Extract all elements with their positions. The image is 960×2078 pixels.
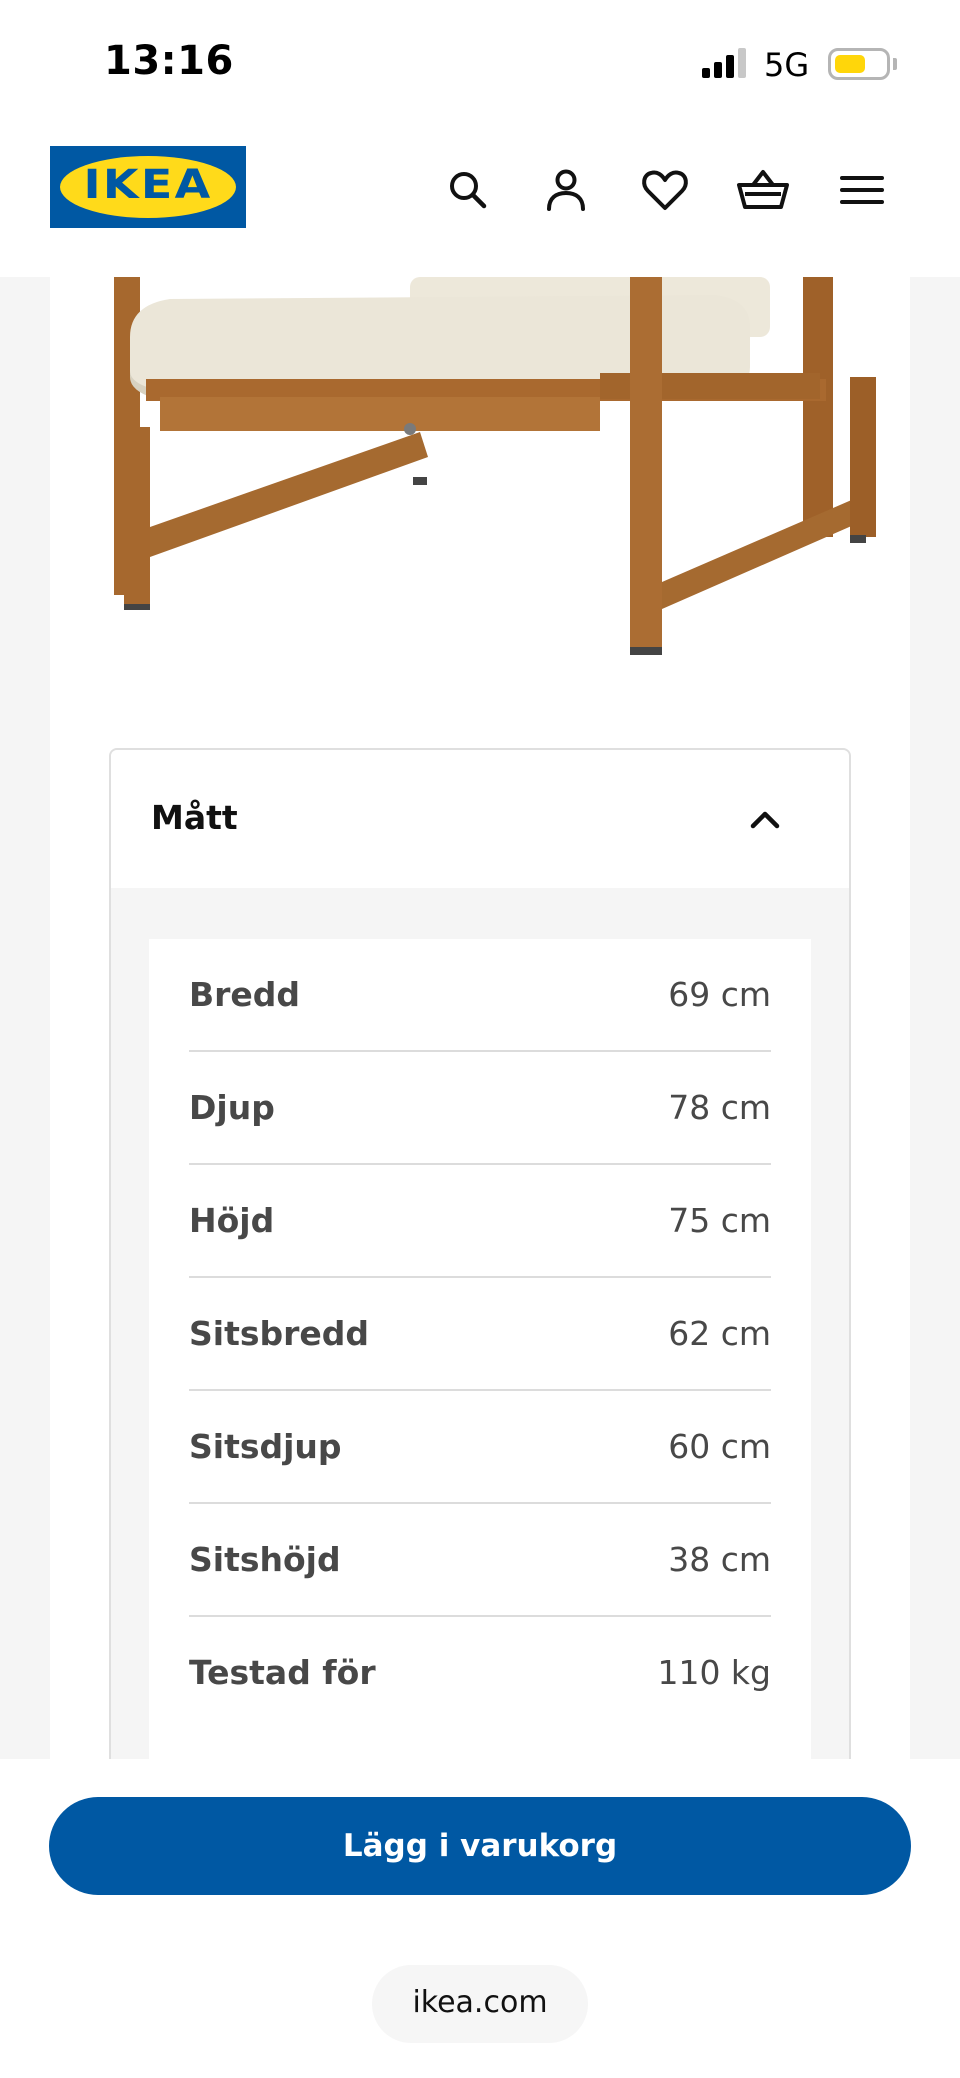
dimensions-accordion: Mått Bredd 69 cm Djup 78 cm Höjd 75 cm S… — [109, 748, 851, 1759]
dimension-row: Sitsbredd 62 cm — [189, 1278, 771, 1391]
dimension-row: Höjd 75 cm — [189, 1165, 771, 1278]
search-icon[interactable] — [438, 160, 498, 220]
product-content: Mått Bredd 69 cm Djup 78 cm Höjd 75 cm S… — [50, 277, 910, 1759]
dimension-label: Sitshöjd — [189, 1540, 341, 1579]
dimension-value: 38 cm — [668, 1540, 771, 1579]
site-header: IKEA — [0, 120, 960, 277]
bottom-bar: Lägg i varukorg ikea.com — [0, 1759, 960, 2078]
dimension-value: 110 kg — [657, 1653, 771, 1692]
dimension-value: 62 cm — [668, 1314, 771, 1353]
dimension-value: 75 cm — [668, 1201, 771, 1240]
add-to-cart-button[interactable]: Lägg i varukorg — [49, 1797, 911, 1895]
dimension-value: 60 cm — [668, 1427, 771, 1466]
dimension-label: Djup — [189, 1088, 275, 1127]
dimension-label: Testad för — [189, 1653, 376, 1692]
dimension-value: 78 cm — [668, 1088, 771, 1127]
menu-icon[interactable] — [832, 160, 892, 220]
dimension-row: Testad för 110 kg — [189, 1617, 771, 1730]
logo-text: IKEA — [83, 162, 213, 208]
dimension-row: Djup 78 cm — [189, 1052, 771, 1165]
dimension-label: Bredd — [189, 975, 301, 1014]
dimension-label: Höjd — [189, 1201, 275, 1240]
dimension-value: 69 cm — [668, 975, 771, 1014]
basket-icon[interactable] — [733, 160, 793, 220]
battery-icon — [828, 48, 890, 80]
heart-icon[interactable] — [635, 160, 695, 220]
account-icon[interactable] — [536, 160, 596, 220]
dimensions-list: Bredd 69 cm Djup 78 cm Höjd 75 cm Sitsbr… — [149, 939, 811, 1759]
outdoor-armchair-image — [110, 277, 910, 707]
ikea-logo[interactable]: IKEA — [50, 146, 246, 228]
url-text: ikea.com — [412, 1985, 548, 2020]
signal-strength-icon — [702, 48, 750, 78]
network-label: 5G — [764, 46, 810, 84]
dimensions-accordion-header[interactable]: Mått — [111, 750, 849, 888]
battery-cap — [893, 58, 897, 70]
dimension-row: Bredd 69 cm — [189, 939, 771, 1052]
dimensions-title: Mått — [151, 798, 238, 837]
status-bar: 13:16 5G — [0, 0, 960, 120]
chevron-up-icon[interactable] — [743, 798, 787, 842]
dimension-label: Sitsdjup — [189, 1427, 342, 1466]
dimension-label: Sitsbredd — [189, 1314, 370, 1353]
status-time: 13:16 — [104, 38, 234, 84]
dimension-row: Sitsdjup 60 cm — [189, 1391, 771, 1504]
browser-url-pill[interactable]: ikea.com — [372, 1965, 588, 2043]
dimension-row: Sitshöjd 38 cm — [189, 1504, 771, 1617]
